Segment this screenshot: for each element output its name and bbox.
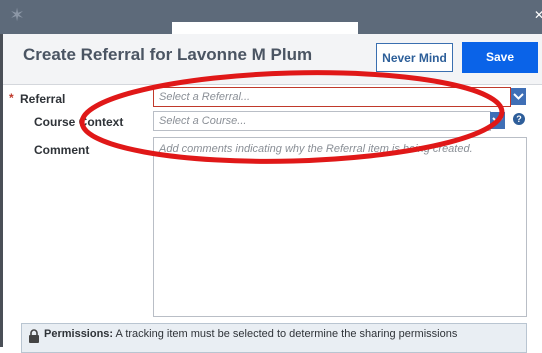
page-title: Create Referral for Lavonne M Plum	[23, 45, 313, 64]
comment-label: Comment	[34, 143, 90, 157]
course-select[interactable]: Select a Course...	[153, 111, 491, 131]
permissions-label: Permissions:	[44, 328, 114, 340]
referral-dropdown-button[interactable]	[511, 88, 526, 105]
comment-textarea[interactable]: Add comments indicating why the Referral…	[153, 137, 527, 317]
course-dropdown-button[interactable]	[490, 112, 505, 129]
required-icon: *	[9, 91, 14, 105]
permissions-text: A tracking item must be selected to dete…	[115, 328, 458, 340]
referral-select[interactable]: Select a Referral...	[153, 87, 511, 107]
help-icon[interactable]: ?	[513, 113, 525, 125]
save-button[interactable]: Save	[462, 42, 538, 73]
referral-label: Referral	[20, 92, 66, 106]
star-logo-icon: ✶	[9, 5, 25, 25]
chevron-down-icon	[513, 93, 524, 100]
chevron-down-icon	[492, 117, 503, 124]
course-context-label: Course Context	[34, 115, 124, 129]
window-titlebar: ✶ ✕	[0, 0, 542, 43]
lock-icon	[29, 329, 39, 343]
never-mind-button[interactable]: Never Mind	[376, 43, 453, 72]
close-icon[interactable]: ✕	[534, 8, 542, 22]
permissions-notice: Permissions: A tracking item must be sel…	[21, 323, 527, 353]
